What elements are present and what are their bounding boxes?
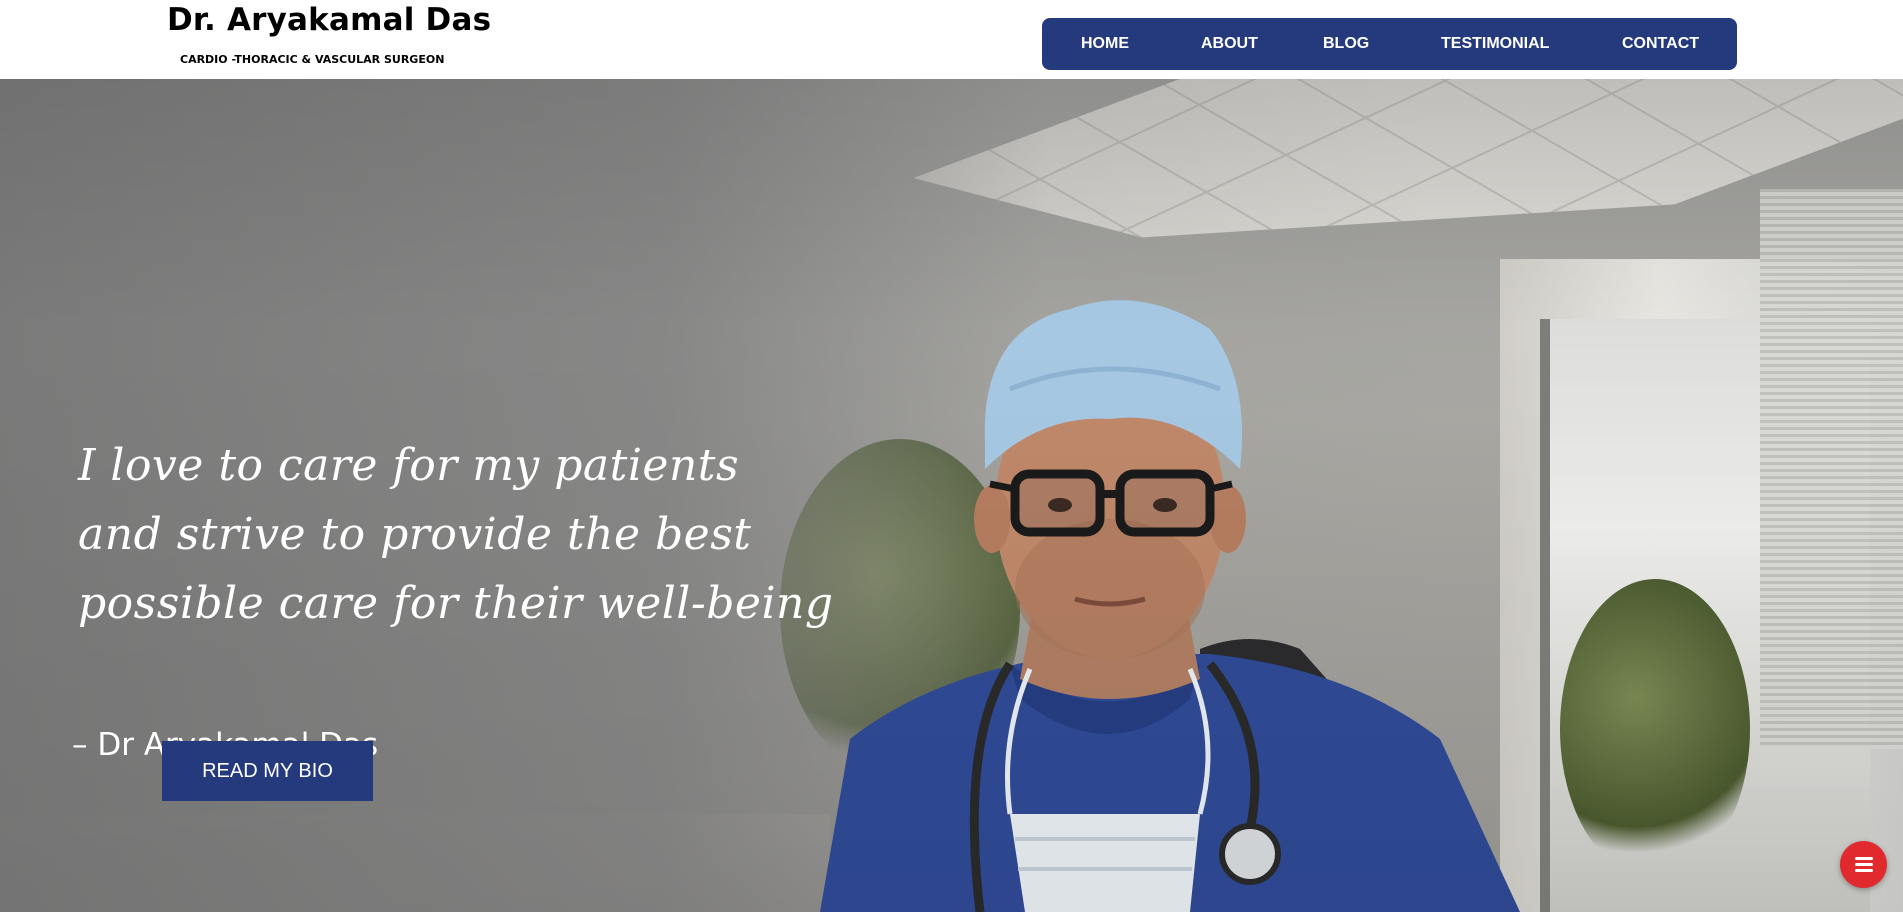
hero-quote-line: possible care for their well-being bbox=[78, 578, 834, 629]
hero-quote-line: and strive to provide the best bbox=[78, 509, 752, 560]
nav-contact-link[interactable]: CONTACT bbox=[1622, 18, 1699, 70]
nav-blog-link[interactable]: BLOG bbox=[1323, 18, 1369, 70]
nav-about-link[interactable]: ABOUT bbox=[1201, 18, 1258, 70]
menu-icon-bar bbox=[1855, 863, 1873, 866]
hero-quote: I love to care for my patients and striv… bbox=[78, 431, 834, 638]
read-my-bio-button[interactable]: READ MY BIO bbox=[162, 741, 373, 801]
menu-icon bbox=[1855, 857, 1873, 860]
site-header: Dr. Aryakamal Das CARDIO -THORACIC & VAS… bbox=[0, 0, 1903, 79]
main-nav: HOME ABOUT BLOG TESTIMONIAL CONTACT bbox=[1042, 18, 1737, 70]
nav-home-link[interactable]: HOME bbox=[1081, 18, 1129, 70]
nav-testimonial-link[interactable]: TESTIMONIAL bbox=[1441, 18, 1549, 70]
hero-quote-line: I love to care for my patients bbox=[78, 440, 740, 491]
menu-icon-bar bbox=[1855, 869, 1873, 872]
floating-menu-button[interactable] bbox=[1840, 841, 1887, 888]
brand-tagline: CARDIO -THORACIC & VASCULAR SURGEON bbox=[180, 53, 445, 66]
brand-name[interactable]: Dr. Aryakamal Das bbox=[167, 2, 491, 38]
